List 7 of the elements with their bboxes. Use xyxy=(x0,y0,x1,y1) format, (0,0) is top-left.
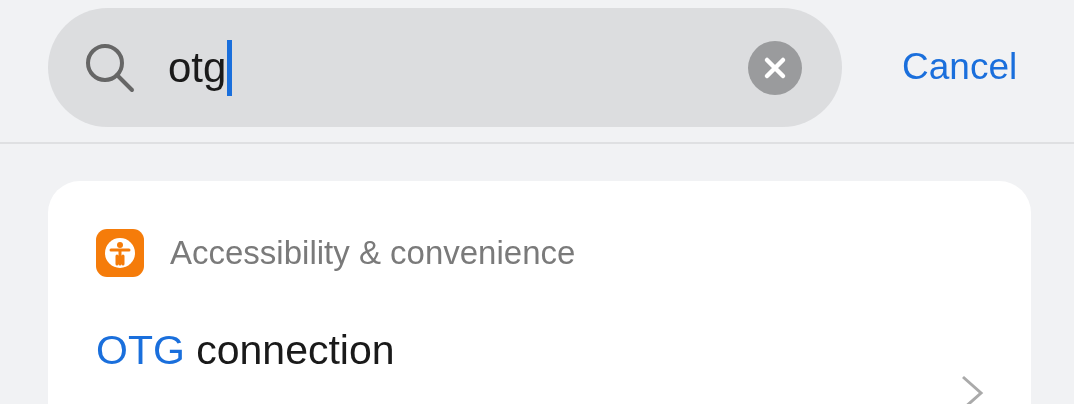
category-label: Accessibility & convenience xyxy=(170,234,576,272)
search-field[interactable]: otg xyxy=(48,8,842,127)
clear-button[interactable] xyxy=(748,40,802,95)
chevron-right-icon xyxy=(959,373,985,404)
result-item[interactable]: OTG connection xyxy=(96,307,1031,403)
cancel-button[interactable]: Cancel xyxy=(902,46,1018,88)
accessibility-icon xyxy=(96,229,144,277)
